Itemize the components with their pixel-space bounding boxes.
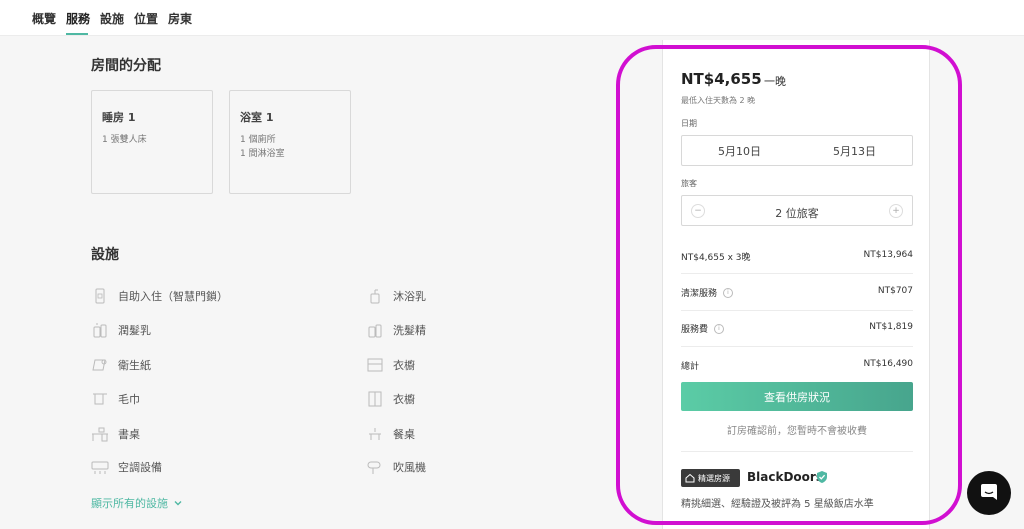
- amenity-wardrobe: 衣櫥: [366, 389, 415, 409]
- chevron-down-icon: [173, 498, 183, 508]
- shampoo-icon: [366, 321, 384, 339]
- info-icon[interactable]: i: [723, 287, 734, 298]
- checkin-date[interactable]: 5月10日: [682, 136, 797, 165]
- per-night-label: 一晚: [764, 75, 786, 88]
- divider: [681, 451, 913, 452]
- checkout-date[interactable]: 5月13日: [797, 136, 912, 165]
- check-availability-button[interactable]: 查看供房狀況: [681, 382, 913, 411]
- date-picker: 5月10日 5月13日: [681, 135, 913, 166]
- guests-count: 2 位旅客: [775, 207, 819, 220]
- bathroom-shower: 1 間淋浴室: [240, 149, 285, 159]
- bedroom-bed: 1 張雙人床: [102, 135, 147, 145]
- bathroom-title: 浴室 1: [240, 111, 274, 124]
- tab-location[interactable]: 位置: [134, 10, 158, 27]
- dates-label: 日期: [681, 119, 697, 128]
- closet-icon: [366, 356, 384, 374]
- amenity-self-checkin: 自助入住（智慧門鎖）: [91, 286, 228, 306]
- bedroom-card: 睡房 1 1 張雙人床: [91, 90, 213, 194]
- host-brand-name: BlackDoors: [747, 470, 823, 484]
- verified-shield-icon: [815, 469, 829, 483]
- amenity-dining-table: 餐桌: [366, 424, 415, 444]
- tab-overview[interactable]: 概覽: [32, 10, 56, 27]
- desk-icon: [91, 425, 109, 443]
- tab-amenities[interactable]: 設施: [100, 10, 124, 27]
- amenity-body-wash: 沐浴乳: [366, 286, 426, 306]
- chat-bubble-icon: [978, 482, 1000, 504]
- nightly-subtotal-row: NT$4,655 x 3晚 NT$13,964: [681, 250, 913, 263]
- amenity-towel: 毛巾: [91, 389, 140, 409]
- no-charge-note: 訂房確認前，您暫時不會被收費: [727, 426, 867, 437]
- brand-tagline: 精挑細選、經驗證及被評為 5 星級飯店水準: [681, 499, 874, 510]
- info-icon[interactable]: i: [714, 323, 725, 334]
- divider: [681, 310, 913, 311]
- booking-panel: NT$4,655 一晚 最低入住天數為 2 晚 日期 5月10日 5月13日 旅…: [662, 40, 930, 529]
- amenity-air-conditioning: 空調設備: [91, 457, 162, 477]
- air-conditioner-icon: [91, 458, 109, 476]
- chat-launcher-button[interactable]: [967, 471, 1011, 515]
- conditioner-icon: [91, 321, 109, 339]
- bathroom-card: 浴室 1 1 個廁所 1 間淋浴室: [229, 90, 351, 194]
- guests-label: 旅客: [681, 179, 697, 188]
- phone-lock-icon: [91, 287, 109, 305]
- top-nav: 概覽 服務 設施 位置 房東: [0, 0, 1024, 36]
- featured-badge: 精選房源: [681, 469, 740, 487]
- total-row: 總計 NT$16,490: [681, 359, 913, 372]
- divider: [681, 273, 913, 274]
- amenity-closet: 衣櫥: [366, 355, 415, 375]
- toilet-paper-icon: [91, 356, 109, 374]
- amenity-desk: 書桌: [91, 424, 140, 444]
- towel-icon: [91, 390, 109, 408]
- tab-host[interactable]: 房東: [168, 10, 192, 27]
- dining-table-icon: [366, 425, 384, 443]
- increase-guests-button[interactable]: +: [889, 204, 903, 218]
- cleaning-fee-row: 清潔服務 i NT$707: [681, 286, 913, 299]
- active-tab-indicator: [66, 33, 88, 35]
- nightly-price: NT$4,655: [681, 70, 762, 88]
- divider: [681, 346, 913, 347]
- amenity-shampoo: 洗髮精: [366, 320, 426, 340]
- wardrobe-icon: [366, 390, 384, 408]
- amenities-title: 設施: [91, 247, 119, 263]
- bathroom-toilet: 1 個廁所: [240, 135, 276, 145]
- amenity-conditioner: 潤髮乳: [91, 320, 151, 340]
- rooms-title: 房間的分配: [91, 58, 161, 74]
- body-wash-icon: [366, 287, 384, 305]
- minimum-stay-note: 最低入住天數為 2 晚: [681, 96, 756, 105]
- bedroom-title: 睡房 1: [102, 111, 136, 124]
- guests-stepper: − 2 位旅客 +: [681, 195, 913, 226]
- house-icon: [685, 473, 695, 483]
- amenity-hair-dryer: 吹風機: [366, 457, 426, 477]
- service-fee-row: 服務費 i NT$1,819: [681, 322, 913, 335]
- hair-dryer-icon: [366, 458, 384, 476]
- show-all-amenities-link[interactable]: 顯示所有的設施: [91, 495, 183, 511]
- tab-services[interactable]: 服務: [66, 10, 90, 27]
- amenity-toilet-paper: 衛生紙: [91, 355, 151, 375]
